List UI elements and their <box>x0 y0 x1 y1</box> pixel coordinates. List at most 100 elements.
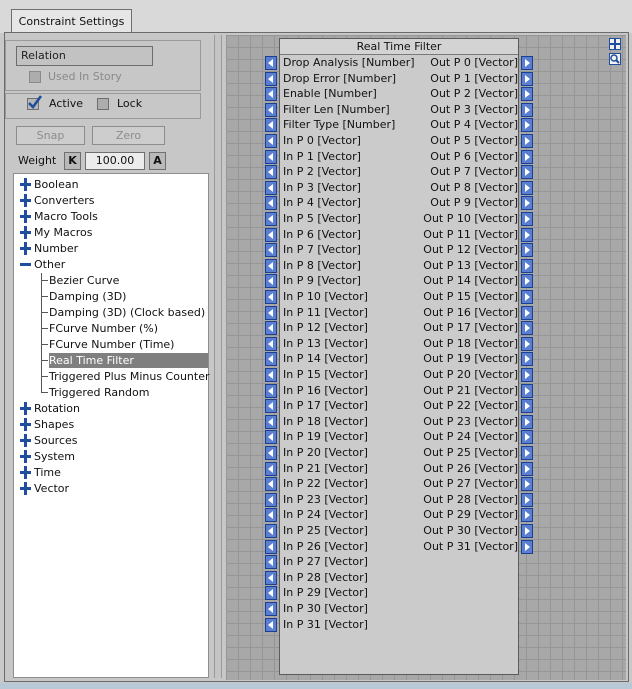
input-pin[interactable] <box>265 71 277 86</box>
tree-item-triggered-random[interactable]: Triggered Random <box>49 385 149 400</box>
input-pin[interactable] <box>265 180 277 195</box>
input-pin[interactable] <box>265 118 277 133</box>
input-pin[interactable] <box>265 477 277 492</box>
input-pin[interactable] <box>265 617 277 632</box>
input-pin[interactable] <box>265 196 277 211</box>
output-pin[interactable] <box>521 56 533 70</box>
tab-constraint-settings[interactable]: Constraint Settings <box>11 9 132 33</box>
output-pin[interactable] <box>521 102 533 117</box>
output-pin[interactable] <box>521 87 533 102</box>
input-pin[interactable] <box>265 321 277 336</box>
input-pin[interactable] <box>265 102 277 117</box>
output-pin[interactable] <box>521 196 533 211</box>
output-pin[interactable] <box>521 305 533 320</box>
output-pin[interactable] <box>521 134 533 148</box>
zero-button[interactable]: Zero <box>92 126 165 145</box>
tree-item-real-time-filter[interactable]: Real Time Filter <box>49 353 208 368</box>
input-pin[interactable] <box>265 87 277 102</box>
input-pin[interactable] <box>265 539 277 554</box>
input-pin[interactable] <box>265 290 277 304</box>
output-pin[interactable] <box>521 71 533 86</box>
input-pin[interactable] <box>265 508 277 523</box>
input-pin[interactable] <box>265 414 277 429</box>
tree-item-triggered-plus-minus-counter[interactable]: Triggered Plus Minus Counter <box>49 369 210 384</box>
expand-icon[interactable] <box>20 434 31 447</box>
input-pin[interactable] <box>265 383 277 398</box>
zoom-icon[interactable] <box>609 53 621 65</box>
output-pin[interactable] <box>521 118 533 133</box>
input-pin[interactable] <box>265 258 277 273</box>
weight-key-button[interactable]: K <box>64 152 81 170</box>
output-pin[interactable] <box>521 492 533 507</box>
expand-icon[interactable] <box>20 466 31 479</box>
output-pin[interactable] <box>521 180 533 195</box>
input-pin[interactable] <box>265 570 277 585</box>
weight-anim-button[interactable]: A <box>149 152 166 170</box>
tree-item-damping-3d[interactable]: Damping (3D) <box>49 289 126 304</box>
input-pin[interactable] <box>265 602 277 616</box>
input-pin[interactable] <box>265 399 277 414</box>
used-in-story-checkbox[interactable] <box>29 71 41 83</box>
output-pin[interactable] <box>521 258 533 273</box>
input-pin[interactable] <box>265 368 277 382</box>
output-pin[interactable] <box>521 508 533 523</box>
expand-icon[interactable] <box>20 194 31 207</box>
active-checkbox[interactable] <box>27 95 43 110</box>
output-pin[interactable] <box>521 383 533 398</box>
input-pin[interactable] <box>265 446 277 460</box>
input-pin[interactable] <box>265 305 277 320</box>
output-pin[interactable] <box>521 446 533 460</box>
relation-name-field[interactable]: Relation <box>16 46 153 66</box>
output-pin[interactable] <box>521 399 533 414</box>
input-pin[interactable] <box>265 492 277 507</box>
input-pin[interactable] <box>265 165 277 180</box>
output-pin[interactable] <box>521 524 533 538</box>
output-pin[interactable] <box>521 352 533 367</box>
expand-icon[interactable] <box>20 482 31 495</box>
expand-icon[interactable] <box>20 418 31 431</box>
input-pin[interactable] <box>265 227 277 242</box>
output-pin[interactable] <box>521 336 533 351</box>
tree-item-damping-3d-clock[interactable]: Damping (3D) (Clock based) <box>49 305 205 320</box>
expand-icon[interactable] <box>20 210 31 223</box>
expand-icon[interactable] <box>20 450 31 463</box>
input-pin[interactable] <box>265 212 277 226</box>
expand-icon[interactable] <box>20 242 31 255</box>
input-pin[interactable] <box>265 56 277 70</box>
input-pin[interactable] <box>265 149 277 164</box>
input-pin[interactable] <box>265 586 277 601</box>
weight-value-field[interactable]: 100.00 <box>85 152 145 170</box>
output-pin[interactable] <box>521 477 533 492</box>
input-pin[interactable] <box>265 352 277 367</box>
output-pin[interactable] <box>521 149 533 164</box>
input-pin[interactable] <box>265 243 277 258</box>
output-pin[interactable] <box>521 212 533 226</box>
input-pin[interactable] <box>265 524 277 538</box>
expand-icon[interactable] <box>20 178 31 191</box>
move-icon[interactable] <box>609 38 621 50</box>
expand-icon[interactable] <box>20 226 31 239</box>
output-pin[interactable] <box>521 430 533 445</box>
output-pin[interactable] <box>521 321 533 336</box>
collapse-icon[interactable] <box>20 258 31 269</box>
input-pin[interactable] <box>265 336 277 351</box>
output-pin[interactable] <box>521 539 533 554</box>
input-pin[interactable] <box>265 430 277 445</box>
tree-item-bezier-curve[interactable]: Bezier Curve <box>49 273 119 288</box>
output-pin[interactable] <box>521 227 533 242</box>
input-pin[interactable] <box>265 555 277 570</box>
input-pin[interactable] <box>265 274 277 289</box>
lock-checkbox[interactable] <box>97 98 109 110</box>
output-pin[interactable] <box>521 243 533 258</box>
input-pin[interactable] <box>265 134 277 148</box>
output-pin[interactable] <box>521 414 533 429</box>
output-pin[interactable] <box>521 274 533 289</box>
input-pin[interactable] <box>265 461 277 476</box>
tree-item-fcurve-number-pct[interactable]: FCurve Number (%) <box>49 321 158 336</box>
tree-item-fcurve-number-time[interactable]: FCurve Number (Time) <box>49 337 174 352</box>
output-pin[interactable] <box>521 290 533 304</box>
output-pin[interactable] <box>521 165 533 180</box>
node-title[interactable]: Real Time Filter <box>280 39 518 55</box>
output-pin[interactable] <box>521 461 533 476</box>
output-pin[interactable] <box>521 368 533 382</box>
